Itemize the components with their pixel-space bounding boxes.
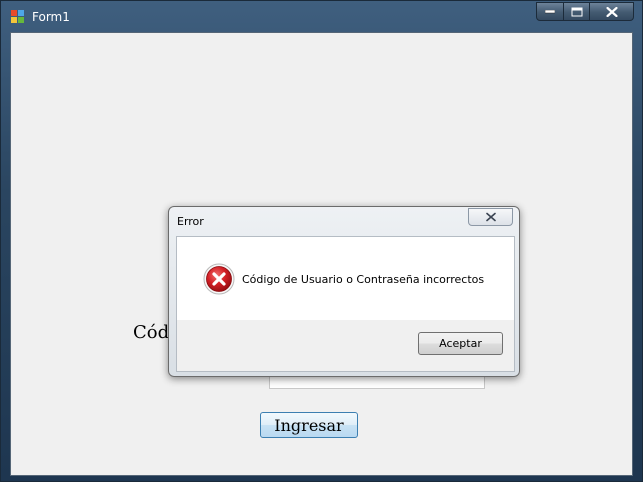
form-app-icon (11, 10, 25, 24)
title-bar[interactable]: Form1 (1, 1, 642, 31)
window-title: Form1 (32, 10, 70, 24)
minimize-button[interactable] (536, 2, 564, 21)
close-icon (606, 6, 617, 17)
error-dialog: Error Código de Usuario o Contraseña inc… (168, 206, 520, 377)
login-button[interactable]: Ingresar (260, 412, 358, 438)
dialog-title: Error (177, 215, 204, 228)
caption-buttons (536, 2, 634, 22)
error-icon (203, 263, 235, 295)
close-icon (485, 212, 496, 222)
dialog-close-button[interactable] (468, 208, 513, 226)
accept-button[interactable]: Aceptar (418, 332, 503, 355)
minimize-icon (545, 9, 555, 13)
dialog-body: Código de Usuario o Contraseña incorrect… (176, 236, 515, 321)
maximize-icon (571, 7, 582, 16)
maximize-button[interactable] (564, 2, 590, 21)
close-button[interactable] (590, 2, 634, 21)
dialog-footer: Aceptar (176, 320, 515, 372)
error-message: Código de Usuario o Contraseña incorrect… (242, 273, 485, 286)
